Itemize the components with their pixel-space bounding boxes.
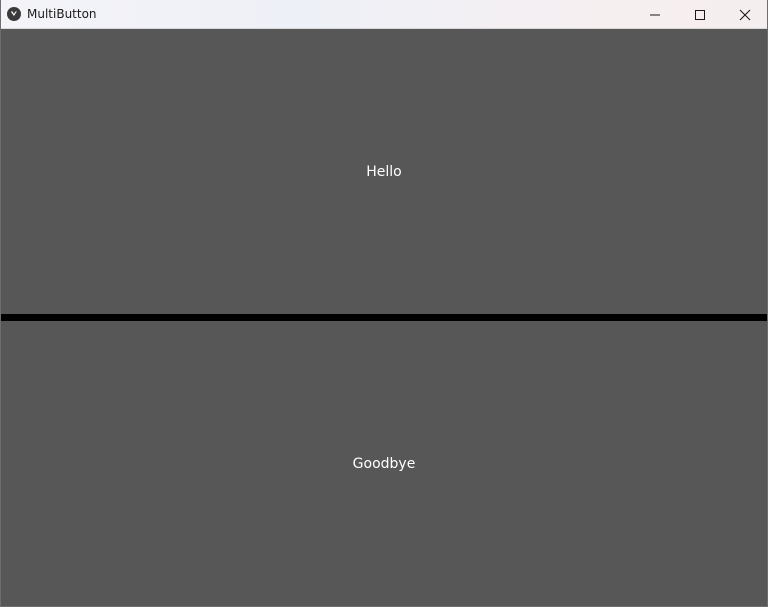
- minimize-icon: [649, 14, 660, 15]
- close-button[interactable]: [722, 0, 767, 29]
- maximize-icon: [694, 9, 705, 20]
- minimize-button[interactable]: [632, 0, 677, 29]
- hello-button[interactable]: Hello: [1, 29, 767, 314]
- app-window: MultiButton Hello Goodbye: [0, 0, 768, 607]
- close-icon: [739, 9, 750, 20]
- window-title: MultiButton: [27, 7, 97, 21]
- window-controls: [632, 0, 767, 29]
- maximize-button[interactable]: [677, 0, 722, 29]
- hello-button-label: Hello: [366, 163, 402, 180]
- goodbye-button-label: Goodbye: [352, 455, 416, 472]
- kivy-logo-icon: [7, 7, 21, 21]
- title-bar[interactable]: MultiButton: [1, 0, 767, 29]
- goodbye-button[interactable]: Goodbye: [1, 321, 767, 606]
